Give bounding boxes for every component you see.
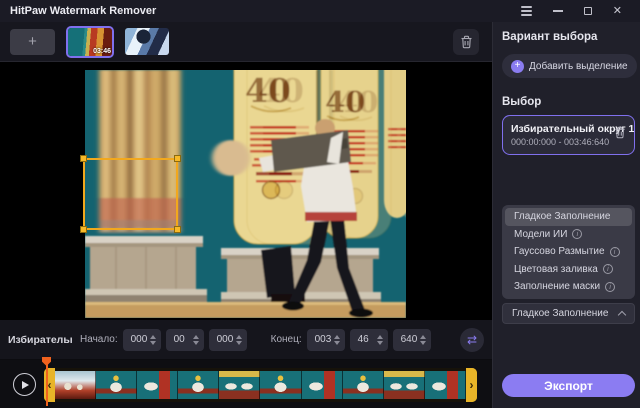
selection-time-range: 000:00:000 - 003:46:640 bbox=[511, 137, 614, 147]
info-icon[interactable]: i bbox=[572, 229, 582, 239]
end-minutes-field[interactable]: 003 bbox=[307, 329, 345, 351]
spinner-arrows[interactable] bbox=[334, 335, 340, 345]
selection-handle[interactable] bbox=[80, 155, 87, 162]
left-pedestal bbox=[85, 236, 207, 304]
start-label: Начало: bbox=[80, 334, 118, 345]
dropdown-option-color-fill[interactable]: Цветовая заливка i bbox=[505, 261, 632, 279]
add-selection-label: Добавить выделение bbox=[529, 61, 628, 72]
film-frame bbox=[343, 371, 384, 399]
titlebar: HitPaw Watermark Remover ✕ bbox=[0, 0, 640, 22]
trim-handle-right[interactable]: › bbox=[466, 368, 477, 402]
end-millis-field[interactable]: 640 bbox=[393, 329, 431, 351]
thumbnail-image bbox=[125, 28, 169, 55]
start-millis-field[interactable]: 000 bbox=[209, 329, 247, 351]
video-thumbnail[interactable] bbox=[125, 28, 169, 55]
timeline: ‹ › bbox=[0, 360, 492, 408]
selection-card[interactable]: Избирательный округ 1 000:00:000 - 003:4… bbox=[502, 115, 635, 155]
dropdown-option-mask-fill[interactable]: Заполнение маски i bbox=[505, 278, 632, 296]
end-seconds-field[interactable]: 46 bbox=[350, 329, 388, 351]
play-button[interactable] bbox=[13, 373, 36, 396]
dropdown-option-gaussian-blur[interactable]: Гауссово Размытие i bbox=[505, 243, 632, 261]
app-window: HitPaw Watermark Remover ✕ + 03:46 bbox=[0, 0, 640, 408]
watermark-selection-box[interactable] bbox=[83, 158, 178, 230]
spinner-arrows[interactable] bbox=[236, 335, 242, 345]
maximize-icon[interactable] bbox=[584, 7, 592, 15]
add-media-button[interactable]: + bbox=[10, 29, 55, 55]
sidebar: Вариант выбора + Добавить выделение AI В… bbox=[492, 22, 640, 408]
film-frame bbox=[137, 371, 178, 399]
film-frame bbox=[178, 371, 219, 399]
video-thumbnail-selected[interactable]: 03:46 bbox=[66, 26, 114, 58]
section-title: Вариант выбора bbox=[502, 31, 635, 43]
timeline-filmstrip[interactable]: ‹ › bbox=[44, 368, 477, 402]
delete-media-button[interactable] bbox=[453, 29, 479, 55]
info-icon[interactable]: i bbox=[603, 264, 613, 274]
play-icon bbox=[22, 381, 29, 389]
fill-mode-select[interactable]: Гладкое Заполнение bbox=[502, 303, 635, 324]
spinner-arrows[interactable] bbox=[150, 335, 156, 345]
film-frame bbox=[384, 371, 425, 399]
selection-handle[interactable] bbox=[174, 155, 181, 162]
thumbnail-duration: 03:46 bbox=[93, 48, 111, 55]
menu-icon[interactable] bbox=[521, 6, 532, 16]
sync-range-button[interactable]: ⇄ bbox=[460, 328, 484, 352]
fill-mode-dropdown: Гладкое Заполнение Модели ИИ i Гауссово … bbox=[502, 205, 635, 299]
start-seconds-field[interactable]: 00 bbox=[166, 329, 204, 351]
selection-handle[interactable] bbox=[174, 226, 181, 233]
selection-handle[interactable] bbox=[80, 226, 87, 233]
film-frame bbox=[260, 371, 301, 399]
filmstrip-frames bbox=[55, 368, 466, 402]
start-minutes-field[interactable]: 000 bbox=[123, 329, 161, 351]
playhead-line[interactable] bbox=[46, 362, 48, 406]
export-button[interactable]: Экспорт bbox=[502, 374, 635, 397]
film-frame bbox=[55, 371, 96, 399]
film-frame bbox=[219, 371, 260, 399]
chevron-up-icon bbox=[618, 310, 626, 318]
delete-selection-button[interactable] bbox=[614, 126, 626, 144]
video-preview: 40 40 bbox=[0, 62, 492, 320]
plus-circle-icon: + bbox=[511, 60, 524, 73]
film-frame bbox=[425, 371, 466, 399]
info-icon[interactable]: i bbox=[605, 282, 615, 292]
film-frame bbox=[302, 371, 343, 399]
trash-icon bbox=[614, 126, 626, 139]
selection-name: Избирательный округ 1 bbox=[511, 123, 614, 135]
fill-select-value: Гладкое Заполнение bbox=[512, 308, 608, 319]
spinner-arrows[interactable] bbox=[193, 335, 199, 345]
film-frame bbox=[96, 371, 137, 399]
selection-section-title: Выбор bbox=[502, 96, 635, 108]
minimize-icon[interactable] bbox=[553, 10, 563, 12]
time-controls: Избирательны... Начало: 000 00 000 Конец… bbox=[0, 320, 492, 360]
dropdown-option-smooth-fill[interactable]: Гладкое Заполнение bbox=[505, 208, 632, 226]
end-label: Конец: bbox=[271, 334, 302, 345]
window-controls: ✕ bbox=[521, 6, 622, 17]
spinner-arrows[interactable] bbox=[420, 335, 426, 345]
selection-name-label: Избирательны... bbox=[8, 334, 72, 346]
info-icon[interactable]: i bbox=[610, 247, 620, 257]
close-icon[interactable]: ✕ bbox=[613, 6, 622, 17]
app-title: HitPaw Watermark Remover bbox=[10, 5, 156, 17]
dropdown-option-ai-models[interactable]: Модели ИИ i bbox=[505, 226, 632, 244]
playhead-marker[interactable] bbox=[42, 357, 51, 366]
trash-icon bbox=[460, 35, 473, 49]
add-selection-button[interactable]: + Добавить выделение bbox=[502, 54, 637, 78]
spinner-arrows[interactable] bbox=[377, 335, 383, 345]
media-bar: + 03:46 bbox=[0, 22, 492, 62]
